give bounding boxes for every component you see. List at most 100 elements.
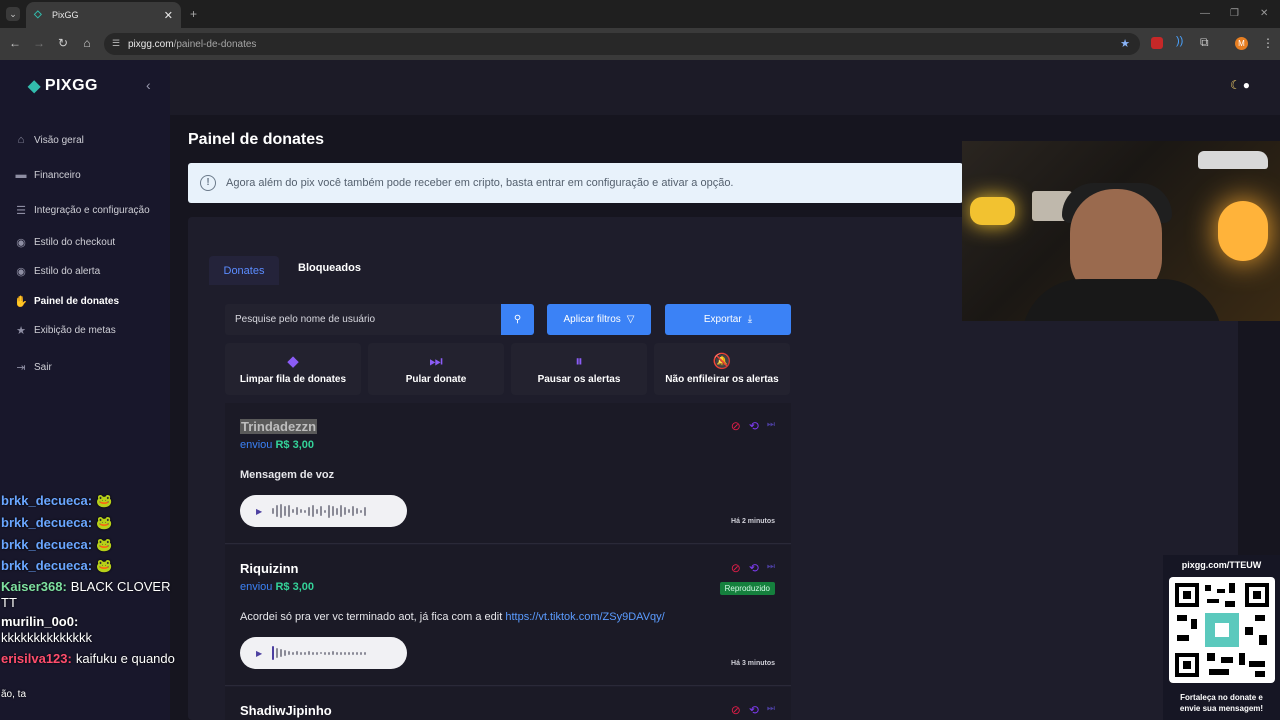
pixgg-logo[interactable]: ◆ PIXGG [28, 76, 98, 96]
block-icon[interactable]: ⊘ [731, 703, 741, 717]
forward-icon[interactable]: → [31, 36, 47, 50]
tab-bloqueados[interactable]: Bloqueados [298, 262, 361, 274]
chat-user: brkk_decueca: [1, 493, 93, 508]
sidebar-item-estilo-alerta[interactable]: ◉ Estilo do alerta [14, 265, 100, 278]
donate-card: Riquizinn enviou R$ 3,00 Acordei só pra … [225, 545, 791, 686]
chat-line: Kaiser368: BLACK CLOVER [1, 579, 170, 594]
donate-message: Mensagem de voz [240, 469, 335, 481]
browser-menu-icon[interactable]: ⋮ [1262, 36, 1274, 50]
clear-queue-button[interactable]: ◆ Limpar fila de donates [225, 343, 361, 395]
chat-user: Kaiser368: [1, 579, 67, 594]
theme-toggle-moon-icon[interactable]: ☾ ● [1230, 78, 1250, 92]
minimize-icon[interactable]: — [1200, 8, 1210, 19]
block-icon[interactable]: ⊘ [731, 419, 741, 433]
webcam-person-body [1022, 279, 1222, 321]
qr-code-icon [1169, 577, 1275, 683]
webcam-lamp [1218, 201, 1268, 261]
sidebar-item-label: Integração e configuração [34, 205, 150, 216]
pepe-emote-icon: 🐸 [96, 537, 113, 552]
tab-donates[interactable]: Donates [209, 256, 279, 285]
star-icon: ★ [16, 325, 26, 337]
chat-line: brkk_decueca: 🐸 [1, 515, 112, 531]
chat-message: TT [1, 595, 17, 610]
profile-avatar[interactable]: M [1235, 37, 1248, 50]
audio-player[interactable]: ▶ [240, 637, 407, 669]
pepe-emote-icon: 🐸 [96, 493, 113, 508]
logo-text: PIXGG [44, 77, 98, 94]
donate-time: Há 2 minutos [731, 518, 775, 525]
play-icon[interactable]: ▶ [256, 649, 262, 658]
webcam-lamp [970, 197, 1015, 225]
sidebar-item-visao-geral[interactable]: ⌂ Visão geral [14, 134, 84, 146]
dont-queue-alerts-button[interactable]: 🔕 Não enfileirar os alertas [654, 343, 790, 395]
block-icon[interactable]: ⊘ [731, 561, 741, 575]
donate-message-link[interactable]: https://vt.tiktok.com/ZSy9DAVqy/ [505, 611, 664, 623]
apply-filters-button[interactable]: Aplicar filtros ▽ [547, 304, 651, 335]
skip-icon[interactable]: ⏭ [767, 561, 775, 575]
notice-text: Agora além do pix você também pode receb… [226, 177, 734, 189]
donate-actions: ⊘ ⟲ ⏭ [731, 561, 775, 575]
browser-tab[interactable]: ◇ PixGG ✕ [26, 2, 181, 28]
reload-icon[interactable]: ↻ [55, 36, 71, 50]
donate-actions: ⊘ ⟲ ⏭ [731, 419, 775, 433]
pause-alerts-button[interactable]: ⏸ Pausar os alertas [511, 343, 647, 395]
skip-donate-button[interactable]: ⏭ Pular donate [368, 343, 504, 395]
pause-icon: ⏸ [575, 353, 583, 370]
donate-message-text: Acordei só pra ver vc terminado aot, já … [240, 611, 503, 623]
close-window-icon[interactable]: ✕ [1260, 8, 1268, 19]
sidebar-item-painel-donates[interactable]: ✋ Painel de donates [14, 295, 119, 308]
sidebar-item-label: Estilo do alerta [34, 266, 101, 277]
search-input[interactable] [225, 304, 501, 335]
palette-icon: ◉ [16, 237, 26, 249]
home-icon[interactable]: ⌂ [79, 36, 95, 50]
search-icon: ⚲ [513, 314, 522, 325]
search-button[interactable]: ⚲ [501, 304, 534, 335]
replay-icon[interactable]: ⟲ [749, 419, 759, 433]
qr-caption: Fortaleça no donate e envie sua mensagem… [1163, 692, 1280, 714]
extension-icon[interactable] [1151, 37, 1163, 49]
chat-line: erisilva123: kaifuku e quando [1, 651, 175, 666]
collapse-sidebar-icon[interactable]: ‹ [146, 77, 151, 93]
donate-amount: R$ 3,00 [275, 439, 315, 451]
extension-wave-icon[interactable]: )) [1176, 35, 1183, 47]
donate-amount-line: enviou R$ 3,00 [240, 439, 314, 451]
close-tab-icon[interactable]: ✕ [164, 9, 173, 22]
sidebar-item-integracao[interactable]: ☰ Integração e configuração [14, 204, 150, 217]
top-bar [170, 60, 1280, 115]
qr-url: pixgg.com/TTEUW [1181, 560, 1262, 570]
page-title: Painel de donates [188, 131, 325, 148]
sidebar-item-sair[interactable]: ⇥ Sair [14, 361, 51, 374]
chat-line: brkk_decueca: 🐸 [1, 537, 112, 553]
replay-icon[interactable]: ⟲ [749, 703, 759, 717]
tab-list-button[interactable]: ⌄ [6, 7, 20, 21]
sidebar-item-financeiro[interactable]: ▬ Financeiro [14, 169, 81, 181]
eraser-icon: ◆ [287, 353, 299, 370]
maximize-icon[interactable]: ❐ [1230, 8, 1239, 19]
address-bar[interactable]: ☰ pixgg.com/painel-de-donates ★ [104, 33, 1140, 55]
pixgg-logo-icon: ◆ [28, 78, 41, 95]
play-icon[interactable]: ▶ [256, 507, 262, 516]
skip-icon[interactable]: ⏭ [767, 419, 775, 433]
sidebar-item-label: Estilo do checkout [34, 237, 116, 248]
sent-label: enviou [240, 439, 273, 451]
audio-waveform [272, 504, 367, 518]
url-host: pixgg.com [128, 38, 174, 50]
donor-name: ShadiwJipinho [240, 703, 332, 718]
skip-icon[interactable]: ⏭ [767, 703, 775, 717]
new-tab-icon[interactable]: + [190, 7, 197, 21]
pepe-emote-icon: 🐸 [96, 515, 113, 530]
export-button[interactable]: Exportar ⤓ [665, 304, 791, 335]
back-icon[interactable]: ← [7, 36, 23, 50]
hand-heart-icon: ✋ [14, 296, 28, 308]
bookmark-star-icon[interactable]: ★ [1120, 37, 1130, 50]
donor-name: Trindadezzn [240, 419, 318, 434]
replay-icon[interactable]: ⟲ [749, 561, 759, 575]
site-info-icon[interactable]: ☰ [112, 38, 120, 49]
extensions-puzzle-icon[interactable]: ⧉ [1200, 35, 1209, 50]
donate-amount-line: enviou R$ 3,00 [240, 581, 314, 593]
chat-line: ão, ta [1, 689, 26, 700]
sidebar-item-label: Financeiro [34, 169, 81, 181]
audio-player[interactable]: ▶ [240, 495, 407, 527]
sidebar-item-estilo-checkout[interactable]: ◉ Estilo do checkout [14, 236, 115, 249]
sidebar-item-exibicao-metas[interactable]: ★ Exibição de metas [14, 324, 116, 337]
